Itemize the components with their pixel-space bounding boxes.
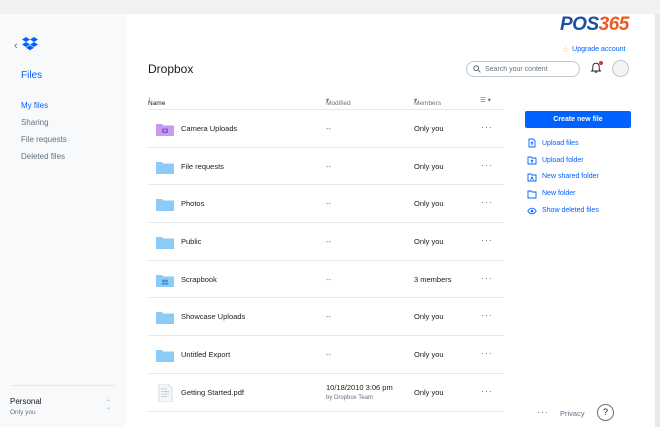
avatar[interactable] (612, 60, 629, 77)
row-name[interactable]: Showcase Uploads (181, 312, 245, 321)
table-row[interactable]: Photos -- Only you ··· (148, 185, 504, 224)
show-deleted-files-link[interactable]: Show deleted files (527, 202, 599, 219)
column-header-name[interactable]: Name ↑ (148, 96, 165, 107)
new-folder-link[interactable]: New folder (527, 185, 599, 202)
folder-icon (156, 161, 174, 174)
table-row[interactable]: File requests -- Only you ··· (148, 148, 504, 186)
dropbox-logo-icon[interactable] (22, 37, 38, 51)
privacy-link[interactable]: Privacy (560, 409, 585, 418)
files-table: Name ↑ Modified ▾ Members ▾ ☰ ▾ Camera U… (148, 92, 504, 412)
sidebar-item-sharing[interactable]: Sharing (21, 118, 67, 135)
star-icon: ☆ (562, 45, 570, 54)
column-header-modified[interactable]: Modified ▾ (326, 96, 351, 107)
table-row[interactable]: Untitled Export -- Only you ··· (148, 336, 504, 374)
table-row[interactable]: Public -- Only you ··· (148, 223, 504, 261)
row-members: Only you (414, 350, 444, 360)
row-name[interactable]: Camera Uploads (181, 124, 237, 133)
row-modified: -- (326, 199, 331, 209)
actions-list: Upload files Upload folder New shared fo… (527, 135, 599, 219)
row-more-icon[interactable]: ··· (481, 122, 493, 132)
sidebar-item-my-files[interactable]: My files (21, 101, 67, 118)
folder-icon (156, 199, 174, 212)
table-row[interactable]: Camera Uploads -- Only you ··· (148, 110, 504, 148)
pdf-file-icon (158, 383, 173, 402)
sidebar-divider (10, 385, 116, 386)
row-name[interactable]: Getting Started.pdf (181, 388, 244, 397)
shared-folder-icon (156, 274, 174, 287)
row-more-icon[interactable]: ··· (481, 273, 493, 283)
create-new-file-button[interactable]: Create new file (525, 111, 631, 128)
row-name[interactable]: Untitled Export (181, 350, 230, 359)
row-more-icon[interactable]: ··· (481, 160, 493, 170)
row-name[interactable]: Scrapbook (181, 275, 217, 284)
camera-folder-icon (156, 124, 174, 136)
upload-folder-icon (527, 156, 537, 165)
row-name[interactable]: Photos (181, 199, 204, 208)
row-modified: -- (326, 124, 331, 133)
pos365-logo: POS365 (560, 14, 629, 35)
upload-folder-link[interactable]: Upload folder (527, 152, 599, 169)
table-header: Name ↑ Modified ▾ Members ▾ ☰ ▾ (148, 92, 504, 110)
page-title: Dropbox (148, 62, 194, 76)
eye-icon (527, 207, 537, 214)
account-switcher-icon[interactable]: ⌃ ⌄ (106, 400, 111, 411)
sidebar-item-file-requests[interactable]: File requests (21, 135, 67, 152)
row-name[interactable]: Public (181, 237, 201, 246)
row-members: Only you (414, 161, 444, 171)
search-box[interactable] (466, 61, 580, 77)
row-members: Only you (414, 312, 444, 322)
new-shared-folder-link[interactable]: New shared folder (527, 169, 599, 186)
row-modified: -- (326, 312, 331, 322)
folder-icon (156, 312, 174, 325)
row-modified: -- (326, 161, 331, 171)
row-members: Only you (414, 387, 444, 397)
table-row[interactable]: Scrapbook -- 3 members ··· (148, 261, 504, 299)
view-options-icon[interactable]: ☰ ▾ (480, 96, 491, 104)
row-members: Only you (414, 124, 444, 133)
table-row[interactable]: Getting Started.pdf 10/18/2010 3:06 pm b… (148, 374, 504, 412)
notification-dot (599, 61, 603, 65)
row-more-icon[interactable]: ··· (481, 235, 493, 245)
upload-files-icon (528, 138, 536, 148)
row-modified: -- (326, 274, 331, 284)
search-icon (473, 65, 481, 73)
account-name[interactable]: Personal (10, 397, 42, 406)
row-members: Only you (414, 237, 444, 247)
row-modified: -- (326, 350, 331, 360)
sidebar-title[interactable]: Files (21, 70, 42, 81)
row-modified: 10/18/2010 3:06 pm by Dropbox Team (326, 382, 393, 401)
folder-icon (156, 350, 174, 363)
upload-files-link[interactable]: Upload files (527, 135, 599, 152)
account-subtitle: Only you (10, 409, 36, 416)
row-more-icon[interactable]: ··· (481, 348, 493, 358)
row-more-icon[interactable]: ··· (481, 197, 493, 207)
sidebar (0, 14, 126, 427)
footer-more-icon[interactable]: ··· (537, 407, 549, 417)
upgrade-account-link[interactable]: ☆ Upgrade account (562, 45, 626, 54)
column-header-members[interactable]: Members ▾ (414, 96, 441, 107)
window-edge (655, 14, 660, 427)
row-modified: -- (326, 237, 331, 247)
upgrade-label: Upgrade account (572, 46, 626, 53)
row-members: Only you (414, 199, 444, 209)
table-row[interactable]: Showcase Uploads -- Only you ··· (148, 298, 504, 337)
row-more-icon[interactable]: ··· (481, 386, 493, 396)
new-folder-icon (527, 190, 537, 199)
new-shared-folder-icon (527, 173, 537, 182)
help-button[interactable]: ? (597, 404, 614, 421)
sidebar-item-deleted-files[interactable]: Deleted files (21, 152, 67, 169)
back-chevron-icon[interactable]: ‹ (14, 41, 18, 52)
search-input[interactable] (485, 65, 575, 73)
row-more-icon[interactable]: ··· (481, 310, 493, 320)
sidebar-nav: My files Sharing File requests Deleted f… (21, 101, 67, 169)
row-members: 3 members (414, 274, 452, 284)
row-name[interactable]: File requests (181, 162, 224, 171)
folder-icon (156, 237, 174, 250)
